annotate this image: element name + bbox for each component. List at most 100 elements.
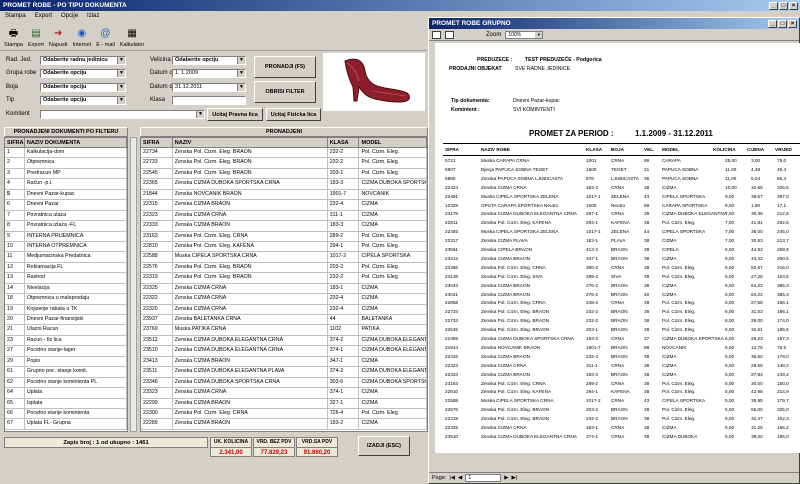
table-row[interactable]: 22322 Zenska CIZMA CRNA 232-4 CIZMA xyxy=(141,294,427,305)
print-button[interactable]: 🖶 Stampa xyxy=(4,28,23,50)
table-row[interactable]: 66 Pocetno stanje komintenta xyxy=(5,408,127,420)
table-row[interactable]: 22588 Muska CIPELA SPORTSKA CRNA 1017-2 CIP… xyxy=(141,252,427,263)
datum-do-picker[interactable]: 31.12.2011 ▼ xyxy=(172,83,246,92)
table-row[interactable]: 12 Reklamacija FL xyxy=(5,262,127,274)
table-row[interactable]: 23512 Zenska CIZMA DUBOKA ELEGANTNA CRNA 3… xyxy=(141,335,427,347)
table-row[interactable]: 65 Isplata xyxy=(5,398,127,409)
chevron-down-icon[interactable]: ▼ xyxy=(196,111,204,118)
chevron-down-icon[interactable]: ▼ xyxy=(117,97,125,104)
table-row[interactable]: 22810 Zenska Pol. Cizm. Eleg. KAFENA 294-1… xyxy=(141,241,427,253)
table-row[interactable]: 2 Otpremnica xyxy=(5,158,127,169)
table-row[interactable]: 62 Pocetno stanje komintenta PL xyxy=(5,377,127,389)
table-row[interactable]: 67 Uplata FL- Grupna xyxy=(5,419,127,430)
col-klasa[interactable]: KLASA xyxy=(328,138,360,147)
table-row[interactable]: 23 Racun - fiz lica xyxy=(5,335,127,347)
table-row[interactable]: 22323 Zenska CIZMA CRNA 311-1 CIZMA xyxy=(141,210,427,222)
email-button[interactable]: @ E - mail xyxy=(96,28,115,50)
table-row[interactable]: 23510 Zenska CIZMA DUBOKA ELEGANTNA CRNA 3… xyxy=(141,346,427,357)
first-page-icon[interactable]: |◀ xyxy=(449,475,455,481)
close-icon[interactable]: × xyxy=(788,19,797,28)
table-row[interactable]: 21844 Zenska NOVCANIK BRAON 1901-7 NOVCANIK xyxy=(141,189,427,201)
klasa-input[interactable] xyxy=(172,96,246,105)
table-row[interactable]: 22734 Zenska Pol. Cizm. Eleg. BRAON 232-2 P… xyxy=(141,148,427,159)
next-page-icon[interactable]: ▶ xyxy=(504,475,508,481)
table-row[interactable]: 22319 Zenska Pol. Cizm. Eleg. BRAON 232-2 P… xyxy=(141,273,427,284)
ucitaj-pravna-lica-button[interactable]: Ucitaj Pravna lica xyxy=(207,108,263,121)
table-row[interactable]: 27 Pocetno stanje-lager xyxy=(5,346,127,357)
table-row[interactable]: 22576 Zenska Pol. Cizm. Eleg. BRAON 203-2 P… xyxy=(141,262,427,274)
table-row[interactable]: 23346 Zenska CIZMA DUBOKA SPORTSKA CRNA 30… xyxy=(141,377,427,389)
table-row[interactable]: 22320 Zenska CIZMA CRNA 232-4 CIZMA xyxy=(141,304,427,315)
table-row[interactable]: 20 Dnevni Pazar-finansijski xyxy=(5,315,127,326)
chevron-down-icon[interactable]: ▼ xyxy=(117,84,125,91)
table-row[interactable]: 3 Predracun MP xyxy=(5,168,127,180)
table-row[interactable]: 22289 Zenska CIZMA BRAON 183-2 CIZMA xyxy=(141,419,427,430)
table-row[interactable]: 23323 Zenska CIZMA CRNA 374-1 CIZMA xyxy=(141,388,427,399)
col-model[interactable]: MODEL xyxy=(359,138,427,147)
table-row[interactable]: 11 Medjumacinska Predatnica xyxy=(5,252,127,263)
table-row[interactable]: 21 Ulazni Racun xyxy=(5,325,127,336)
table-row[interactable]: 22300 Zenska Pol. Cizm. Eleg. CRNA 726-4 Po… xyxy=(141,408,427,420)
chevron-down-icon[interactable]: ▼ xyxy=(535,31,543,38)
col-naziv[interactable]: NAZIV xyxy=(173,138,328,147)
table-row[interactable]: 64 Uplata xyxy=(5,388,127,399)
komitent-select[interactable]: ▼ xyxy=(40,110,205,119)
chevron-down-icon[interactable]: ▼ xyxy=(117,57,125,64)
tip-select[interactable]: Odaberite opciju ▼ xyxy=(40,96,126,105)
last-page-icon[interactable]: ▶| xyxy=(512,475,518,481)
obrisi-filter-button[interactable]: OBRISI FILTER xyxy=(254,81,316,103)
page-input[interactable]: 1 xyxy=(465,474,502,482)
menu-export[interactable]: Export xyxy=(35,13,52,19)
calculator-button[interactable]: ▦ Kalkulator xyxy=(120,28,144,50)
prev-page-icon[interactable]: ◀ xyxy=(458,475,462,481)
col-sifra[interactable]: SIFRA xyxy=(141,138,173,147)
menu-opcije[interactable]: Opcije xyxy=(61,13,78,19)
table-row[interactable]: 1 Kalkulacija-dom xyxy=(5,148,127,159)
menu-izlaz[interactable]: Izlaz xyxy=(87,13,99,19)
close-icon[interactable]: × xyxy=(789,1,798,10)
grupa-robe-select[interactable]: Odaberite opciju ▼ xyxy=(40,69,126,78)
export-report-icon[interactable] xyxy=(445,30,454,39)
table-row[interactable]: 23937 Zenska BALETANKA CRNA 44 BALETANKA xyxy=(141,315,427,326)
table-row[interactable]: 9 INTERNA PRIJEMNICA xyxy=(5,231,127,242)
izadji-button[interactable]: IZADJI (ESC) xyxy=(358,436,410,456)
table-row[interactable]: 22733 Zenska Pol. Cizm. Eleg. BRAON 232-2 P… xyxy=(141,158,427,169)
table-row[interactable]: 6 Dnevni Pazar xyxy=(5,200,127,211)
internet-button[interactable]: ◉ Internet xyxy=(73,28,92,50)
menu-stampa[interactable]: Stampa xyxy=(5,13,26,19)
table-row[interactable]: 23413 Zenska CIZMA BRAON 347-1 CIZMA xyxy=(141,356,427,368)
exit-button[interactable]: ➜ Napusti xyxy=(49,28,68,50)
maximize-icon[interactable]: □ xyxy=(778,19,787,28)
zoom-select[interactable]: 100% ▼ xyxy=(505,30,544,39)
chevron-down-icon[interactable]: ▼ xyxy=(237,70,245,77)
col-naziv-dokumenta[interactable]: NAZIV DOKUMENTA xyxy=(25,138,127,147)
documents-scrollbar[interactable] xyxy=(130,137,137,432)
table-row[interactable]: 4 Račun -p.l. xyxy=(5,179,127,190)
table-row[interactable]: 22333 Zenska CIZMA BRAON 183-3 CIZMA xyxy=(141,221,427,232)
table-row[interactable]: 10 INTERNA OTPREMNICA xyxy=(5,241,127,253)
table-row[interactable]: 23511 Zenska CIZMA DUBOKA ELEGANTNA PLAVA… xyxy=(141,367,427,378)
export-button[interactable]: ▤ Export xyxy=(28,28,44,50)
minimize-icon[interactable]: _ xyxy=(768,19,777,28)
table-row[interactable]: 22299 Zenska CIZMA BRAON 327-1 CIZMA xyxy=(141,398,427,409)
table-row[interactable]: 61 Grupno poc. stanje komit. xyxy=(5,367,127,378)
table-row[interactable]: 22545 Zenska Pol. Cizm. Eleg. BRAON 203-1 P… xyxy=(141,168,427,180)
chevron-down-icon[interactable]: ▼ xyxy=(117,70,125,77)
pronadji-button[interactable]: PRONADJI (F5) xyxy=(254,56,316,78)
chevron-down-icon[interactable]: ▼ xyxy=(237,84,245,91)
datum-od-picker[interactable]: 1. 1.2009 ▼ xyxy=(172,69,246,78)
col-sifra[interactable]: SIFRA xyxy=(5,138,25,147)
table-row[interactable]: 8 Povratnica izlaza -FL xyxy=(5,221,127,232)
maximize-icon[interactable]: □ xyxy=(779,1,788,10)
table-row[interactable]: 22365 Zenska CIZMA DUBOKA SPORTSKA CRNA 18… xyxy=(141,179,427,190)
table-row[interactable]: 29 Popis xyxy=(5,356,127,368)
print-preview-icon[interactable] xyxy=(432,30,441,39)
table-row[interactable]: 13 Rashod xyxy=(5,273,127,284)
velicina-select[interactable]: Odaberite opciju ▼ xyxy=(172,56,246,65)
table-row[interactable]: 18 Otpremnica u maloprodaju xyxy=(5,294,127,305)
boja-select[interactable]: Odaberite opciju ▼ xyxy=(40,83,126,92)
rad-jed-select[interactable]: Odaberite radnu jedinicu ▼ xyxy=(40,56,126,65)
table-row[interactable]: 22325 Zenska CIZMA CRNA 183-1 CIZMA xyxy=(141,283,427,295)
table-row[interactable]: 7 Povratnica ulaza xyxy=(5,210,127,222)
table-row[interactable]: 23769 Muska PATIKA CRNA 1102 PATIKA xyxy=(141,325,427,336)
